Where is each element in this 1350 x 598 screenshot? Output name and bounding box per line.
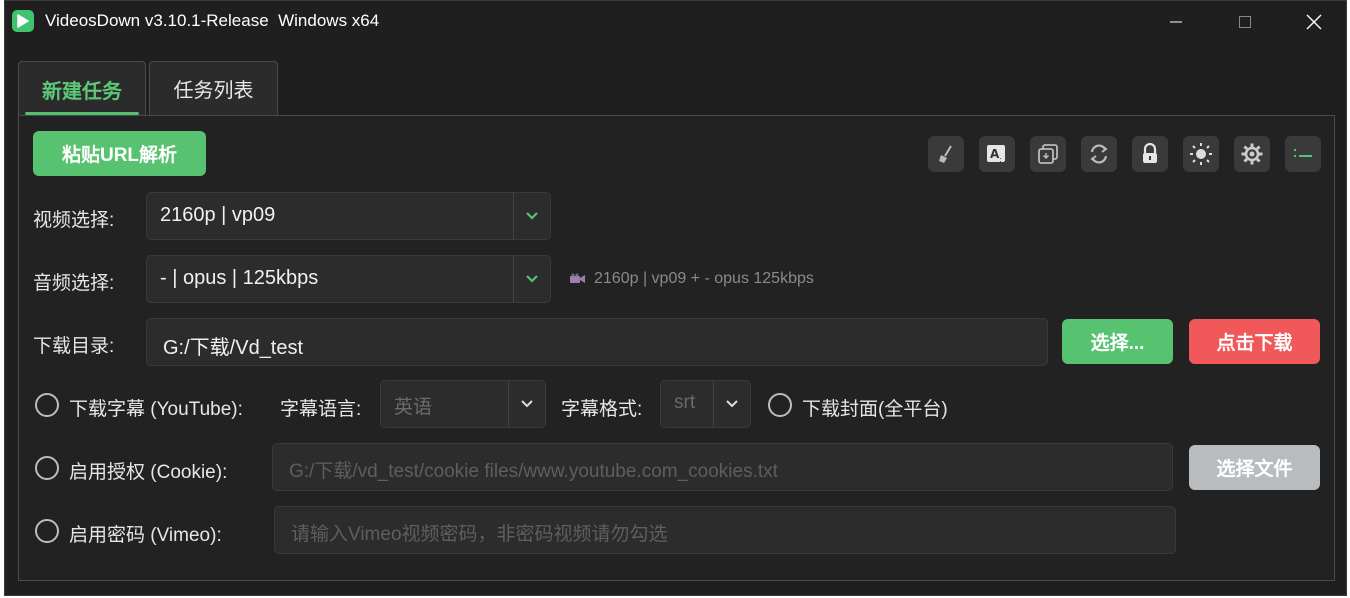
close-icon — [1306, 14, 1322, 30]
theme-button[interactable] — [1183, 136, 1219, 172]
audio-select[interactable]: - | opus | 125kbps — [146, 255, 551, 303]
video-camera-icon — [570, 273, 585, 283]
minimize-icon — [1170, 21, 1182, 23]
subtitle-language-label: 字幕语言: — [280, 399, 362, 420]
download-dir-input[interactable]: G:/下载/Vd_test — [146, 318, 1048, 366]
lock-button[interactable] — [1132, 136, 1168, 172]
clear-button[interactable] — [928, 136, 964, 172]
subtitle-checkbox[interactable] — [35, 393, 59, 417]
vimeo-checkbox[interactable] — [35, 519, 59, 543]
tab-new-task[interactable]: 新建任务 — [18, 61, 146, 117]
video-select-label: 视频选择: — [33, 210, 115, 231]
download-dir-value: G:/下载/Vd_test — [163, 337, 304, 359]
audio-select-value: - | opus | 125kbps — [160, 267, 319, 289]
broom-icon — [939, 145, 952, 163]
settings-button[interactable] — [1234, 136, 1270, 172]
window-title: VideosDown v3.10.1-Release Windows x64 — [45, 11, 380, 30]
subtitle-format-value: srt — [674, 392, 696, 413]
video-select-value: 2160p | vp09 — [160, 204, 276, 226]
subtitle-language-value: 英语 — [394, 397, 433, 418]
subtitle-checkbox-label: 下载字幕 (YouTube): — [69, 399, 243, 420]
subtitle-format-label: 字幕格式: — [561, 399, 643, 420]
download-button[interactable]: 点击下载 — [1189, 319, 1320, 364]
maximize-button[interactable] — [1210, 1, 1280, 43]
chevron-down-icon[interactable] — [514, 193, 550, 239]
chevron-down-icon[interactable] — [509, 381, 545, 427]
paste-url-button[interactable]: 粘贴URL解析 — [33, 131, 206, 176]
cookie-path-placeholder: G:/下载/vd_test/cookie files/www.youtube.c… — [289, 461, 778, 482]
refresh-button[interactable] — [1081, 136, 1117, 172]
cover-checkbox[interactable] — [768, 393, 792, 417]
sun-icon — [1190, 143, 1212, 165]
vimeo-password-input[interactable]: 请输入Vimeo视频密码，非密码视频请勿勾选 — [274, 506, 1176, 554]
subtitle-tool-button[interactable]: A: — [979, 136, 1015, 172]
subtitle-icon: A: — [987, 145, 1005, 164]
cover-checkbox-label: 下载封面(全平台) — [802, 399, 948, 420]
chevron-down-icon[interactable] — [514, 256, 550, 302]
lock-icon — [1143, 143, 1157, 163]
minimize-button[interactable] — [1141, 1, 1211, 43]
play-logo-icon — [12, 10, 34, 32]
cookie-path-input[interactable]: G:/下载/vd_test/cookie files/www.youtube.c… — [272, 443, 1173, 491]
subtitle-format-select[interactable]: srt — [660, 380, 751, 428]
refresh-icon — [1090, 144, 1108, 164]
svg-text::: : — [999, 155, 1002, 164]
menu-button[interactable] — [1285, 136, 1321, 172]
download-dir-label: 下载目录: — [33, 336, 115, 357]
title-bar: VideosDown v3.10.1-Release Windows x64 — [5, 1, 1346, 43]
gear-icon — [1241, 143, 1263, 165]
format-summary-text: 2160p | vp09 + - opus 125kbps — [594, 270, 814, 287]
vimeo-password-placeholder: 请输入Vimeo视频密码，非密码视频请勿勾选 — [291, 524, 668, 545]
format-summary: 2160p | vp09 + - opus 125kbps — [569, 270, 814, 288]
maximize-icon — [1239, 16, 1251, 28]
cookie-checkbox-label: 启用授权 (Cookie): — [69, 462, 228, 483]
audio-select-label: 音频选择: — [33, 273, 115, 294]
cookie-checkbox[interactable] — [35, 456, 59, 480]
copy-icon — [1038, 144, 1058, 164]
subtitle-language-select[interactable]: 英语 — [380, 380, 546, 428]
list-icon — [1294, 149, 1312, 157]
tab-task-list[interactable]: 任务列表 — [149, 61, 278, 115]
video-select[interactable]: 2160p | vp09 — [146, 192, 551, 240]
close-button[interactable] — [1279, 1, 1349, 43]
copy-tool-button[interactable] — [1030, 136, 1066, 172]
vimeo-checkbox-label: 启用密码 (Vimeo): — [69, 525, 222, 546]
choose-file-button[interactable]: 选择文件 — [1189, 445, 1320, 490]
app-window: VideosDown v3.10.1-Release Windows x64 新… — [4, 0, 1347, 596]
new-task-panel: 粘贴URL解析 A: 视频选择: 2160p | vp09 音频选择: - | … — [18, 115, 1335, 581]
choose-dir-button[interactable]: 选择... — [1062, 319, 1173, 364]
chevron-down-icon[interactable] — [714, 381, 750, 427]
